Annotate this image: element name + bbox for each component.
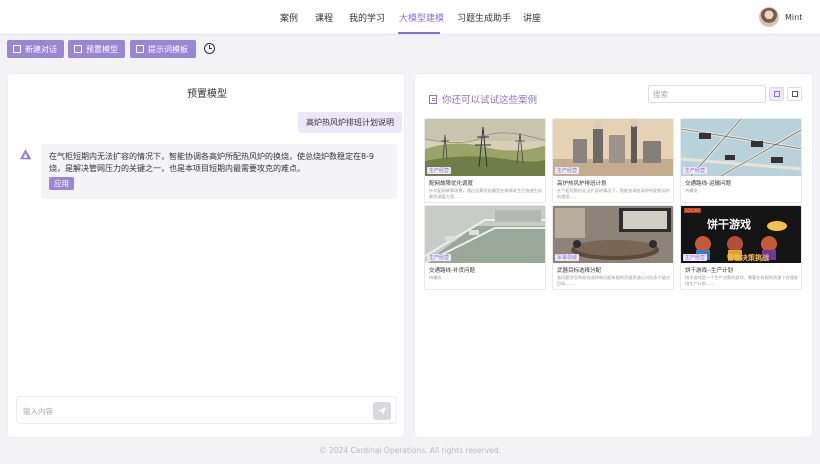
nav-item-my-learning[interactable]: 我的学习 — [349, 11, 385, 24]
model-icon — [74, 45, 82, 53]
case-title: 交通路线-补货问题 — [429, 268, 475, 274]
bot-message-text: 在气柜短期内无法扩容的情况下，智能协调各高炉所配热风炉的换烧，使总烧炉数稳定在8… — [49, 152, 375, 173]
top-nav: 案例 课程 我的学习 大模型建模 习题生成助手 讲座 Mint — [0, 0, 820, 35]
chat-title: 预置模型 — [187, 89, 227, 100]
case-card-distribution-network[interactable]: 生产经营 配网故障优化调度 针对配网故障场景，通过运筹优化模型在故障发生后快速生… — [424, 118, 546, 203]
case-card-transport-routes[interactable]: 生产经营 交通路线-运输问题 待補充 — [680, 118, 802, 203]
user-message: 高炉热风炉排班计划说明 — [298, 112, 402, 133]
avatar[interactable] — [759, 7, 779, 27]
poster-subtitle: 智能决策挑战 — [727, 254, 769, 262]
chat-input[interactable] — [23, 403, 353, 419]
case-title: 饼干游戏--生产计划 — [685, 268, 733, 274]
nav-item-exercise-assistant[interactable]: 习题生成助手 — [457, 11, 511, 24]
chat-panel: 预置模型 高炉热风炉排班计划说明 在气柜短期内无法扩容的情况下，智能协调各高炉所… — [7, 73, 405, 438]
cases-title: 你还可以试试这些案例 — [429, 92, 537, 106]
case-description: 在气柜短期内无法扩容的情况下，智能协调各高炉所配热风炉的换烧…… — [557, 188, 671, 199]
grid-view-button[interactable] — [769, 87, 784, 101]
preset-model-label: 预置模型 — [86, 44, 118, 54]
case-tag: 生产经营 — [427, 167, 452, 174]
case-description: 针对配网故障场景，通过运筹优化模型在故障发生后快速生成最优调度方案…… — [429, 188, 543, 199]
case-description: 饼干游戏是一个生产决策的游戏，需要在有限的资源下合理安排生产计划…… — [685, 275, 799, 286]
history-clock-icon[interactable] — [204, 43, 215, 54]
bot-message: 在气柜短期内无法扩容的情况下，智能协调各高炉所配热风炉的换烧，使总烧炉数稳定在8… — [41, 144, 397, 199]
nav-item-courses[interactable]: 课程 — [315, 11, 333, 24]
cases-panel: 你还可以试试这些案例 生产经营 配网故障优化调度 针对配网故障场景，通过运筹优化… — [414, 73, 813, 438]
list-icon — [792, 91, 798, 97]
case-description: 待補充 — [429, 275, 442, 280]
new-chat-button[interactable]: 新建对话 — [7, 40, 64, 58]
case-card-replenishment[interactable]: 生产经营 交通路线-补货问题 待補充 — [424, 205, 546, 290]
case-tag: 军事领域 — [555, 254, 580, 261]
prompt-template-label: 提示词模板 — [148, 44, 188, 54]
send-button[interactable] — [373, 402, 391, 420]
nav-item-llm-modeling[interactable]: 大模型建模 — [399, 11, 444, 24]
grid-icon — [774, 91, 780, 97]
nav-item-cases[interactable]: 案例 — [280, 11, 298, 24]
case-card-biscuit-game[interactable]: SOCAM 饼干游戏 智能决策挑战 生产经营 饼干游戏--生产计划 饼干游戏是一… — [680, 205, 802, 290]
case-tag: 生产经营 — [683, 167, 708, 174]
list-view-button[interactable] — [787, 87, 802, 101]
case-title: 高炉热风炉排班计划 — [557, 181, 607, 187]
case-title: 武器目标选择分配 — [557, 268, 602, 274]
user-name[interactable]: Mint — [785, 13, 802, 22]
search-box — [648, 85, 766, 103]
footer-copyright: © 2024 Cardinal Operations. All rights r… — [319, 446, 501, 455]
poster-title: 饼干游戏 — [707, 218, 751, 231]
case-tag: 生产经营 — [683, 254, 708, 261]
search-input[interactable] — [653, 87, 763, 101]
nav-active-underline — [398, 32, 440, 34]
nav-item-lectures[interactable]: 讲座 — [523, 11, 541, 24]
case-card-blast-furnace[interactable]: 生产经营 高炉热风炉排班计划 在气柜短期内无法扩容的情况下，智能协调各高炉所配热… — [552, 118, 674, 203]
new-chat-label: 新建对话 — [25, 44, 57, 54]
bot-logo-icon — [18, 147, 33, 162]
document-icon — [429, 94, 437, 104]
case-description: 待補充 — [685, 188, 698, 193]
case-title: 配网故障优化调度 — [429, 181, 474, 187]
case-tag: 生产经营 — [427, 254, 452, 261]
poster-brand: SOCAM — [684, 208, 701, 213]
case-title: 交通路线-运输问题 — [685, 181, 731, 187]
apply-button[interactable]: 应用 — [49, 177, 74, 190]
send-icon — [378, 407, 386, 415]
case-description: 该问题涉及到如何选择和分配有限的武器资源以对抗多个敌方目标…… — [557, 275, 671, 286]
chat-input-box — [16, 396, 397, 424]
template-icon — [136, 45, 144, 53]
preset-model-button[interactable]: 预置模型 — [68, 40, 125, 58]
prompt-template-button[interactable]: 提示词模板 — [130, 40, 196, 58]
chat-plus-icon — [13, 45, 21, 53]
case-card-weapon-target[interactable]: 军事领域 武器目标选择分配 该问题涉及到如何选择和分配有限的武器资源以对抗多个敌… — [552, 205, 674, 290]
cases-title-text: 你还可以试试这些案例 — [442, 95, 538, 106]
case-tag: 生产经营 — [555, 167, 580, 174]
